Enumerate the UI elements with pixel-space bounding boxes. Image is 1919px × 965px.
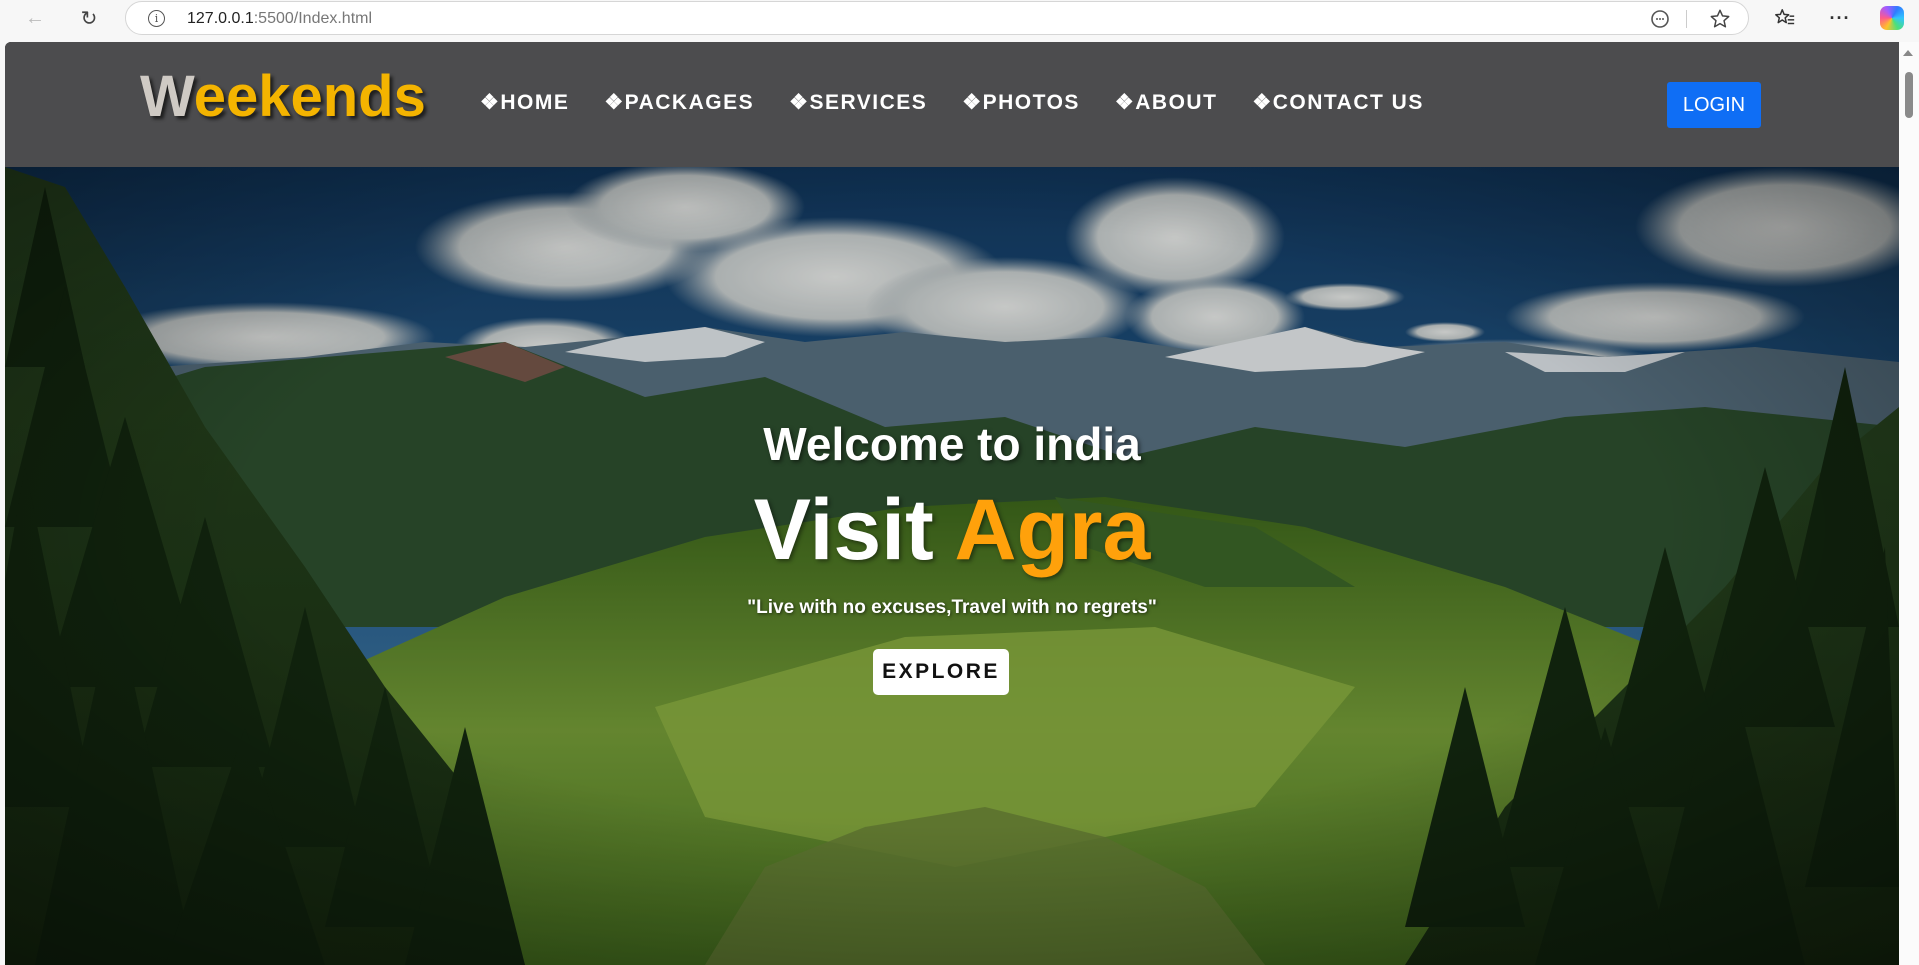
site-logo[interactable]: Weekends	[140, 68, 426, 126]
hero-title: Visit Agra	[5, 487, 1899, 573]
url-text[interactable]: 127.0.0.1:5500/Index.html	[187, 10, 372, 28]
browser-toolbar: ← ↻ i 127.0.0.1:5500/Index.html ···	[0, 0, 1919, 36]
address-bar[interactable]: i 127.0.0.1:5500/Index.html	[125, 1, 1749, 35]
logo-first-letter: W	[140, 64, 194, 129]
logo-rest-text: eekends	[193, 64, 426, 129]
back-arrow-icon[interactable]: ←	[20, 3, 50, 33]
copilot-icon[interactable]	[1880, 6, 1904, 30]
nav-link-photos[interactable]: ❖PHOTOS	[962, 92, 1080, 113]
nav-link-home[interactable]: ❖HOME	[480, 92, 569, 113]
nav-link-contact[interactable]: ❖CONTACT US	[1252, 92, 1423, 113]
page-scrollbar[interactable]	[1899, 42, 1919, 965]
reload-icon[interactable]: ↻	[74, 3, 104, 33]
hero-title-destination: Agra	[954, 482, 1151, 578]
hero-welcome-heading: Welcome to india	[763, 418, 1141, 470]
nav-link-about[interactable]: ❖ABOUT	[1115, 92, 1218, 113]
scroll-thumb[interactable]	[1905, 72, 1913, 118]
more-icon[interactable]: ···	[1825, 4, 1855, 32]
login-button[interactable]: LOGIN	[1667, 82, 1761, 128]
url-path: :5500/Index.html	[253, 10, 373, 27]
explore-button[interactable]: EXPLORE	[873, 649, 1009, 695]
hero-title-prefix: Visit	[753, 482, 955, 578]
scroll-up-arrow-icon[interactable]	[1903, 50, 1913, 56]
page-viewport: Weekends ❖HOME ❖PACKAGES ❖SERVICES ❖PHOT…	[5, 42, 1899, 965]
favorites-icon[interactable]	[1770, 4, 1800, 32]
main-menu: ❖HOME ❖PACKAGES ❖SERVICES ❖PHOTOS ❖ABOUT…	[480, 92, 1459, 113]
hero-quote: "Live with no excuses,Travel with no reg…	[747, 597, 1157, 618]
star-icon[interactable]	[1708, 7, 1732, 31]
url-host: 127.0.0.1	[187, 10, 254, 27]
hero-section: Welcome to india Visit Agra "Live with n…	[5, 167, 1899, 965]
nav-link-services[interactable]: ❖SERVICES	[789, 92, 927, 113]
address-divider	[1686, 10, 1687, 28]
info-icon[interactable]: i	[148, 10, 165, 27]
site-navbar: Weekends ❖HOME ❖PACKAGES ❖SERVICES ❖PHOT…	[5, 42, 1899, 167]
nav-link-packages[interactable]: ❖PACKAGES	[604, 92, 754, 113]
reader-icon[interactable]	[1648, 7, 1672, 31]
